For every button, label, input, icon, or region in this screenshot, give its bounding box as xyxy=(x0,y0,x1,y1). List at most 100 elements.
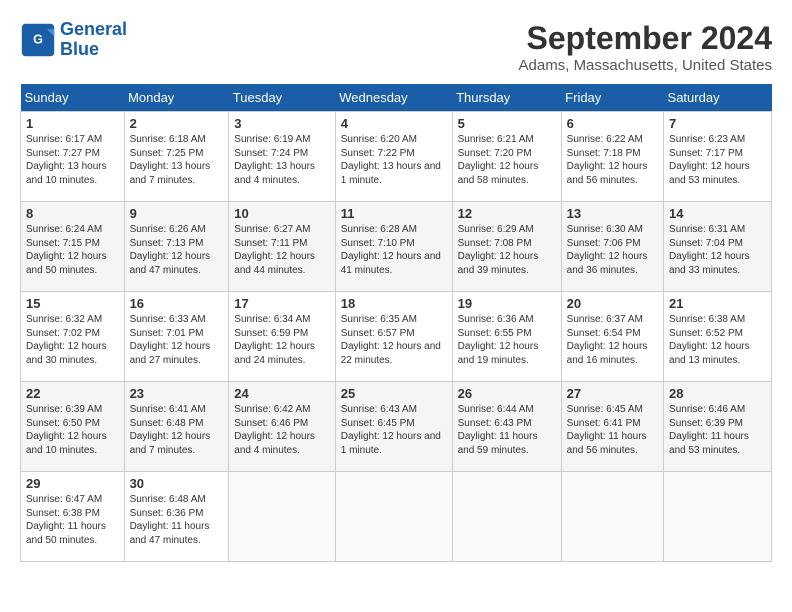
calendar-day-cell: 19 Sunrise: 6:36 AMSunset: 6:55 PMDaylig… xyxy=(452,292,561,382)
calendar-week-row: 22 Sunrise: 6:39 AMSunset: 6:50 PMDaylig… xyxy=(21,382,772,472)
month-title: September 2024 xyxy=(519,20,772,57)
day-number: 29 xyxy=(26,476,119,491)
day-info: Sunrise: 6:45 AMSunset: 6:41 PMDaylight:… xyxy=(567,404,647,456)
day-number: 11 xyxy=(341,206,447,221)
day-number: 27 xyxy=(567,386,658,401)
day-info: Sunrise: 6:44 AMSunset: 6:43 PMDaylight:… xyxy=(458,404,538,456)
calendar-week-row: 8 Sunrise: 6:24 AMSunset: 7:15 PMDayligh… xyxy=(21,202,772,292)
title-area: September 2024 Adams, Massachusetts, Uni… xyxy=(519,20,772,74)
day-number: 22 xyxy=(26,386,119,401)
calendar-empty-cell xyxy=(335,472,452,562)
calendar-day-cell: 10 Sunrise: 6:27 AMSunset: 7:11 PMDaylig… xyxy=(229,202,335,292)
day-info: Sunrise: 6:20 AMSunset: 7:22 PMDaylight:… xyxy=(341,134,441,186)
day-number: 14 xyxy=(669,206,766,221)
day-info: Sunrise: 6:47 AMSunset: 6:38 PMDaylight:… xyxy=(26,494,106,546)
day-info: Sunrise: 6:23 AMSunset: 7:17 PMDaylight:… xyxy=(669,134,750,186)
calendar-empty-cell xyxy=(561,472,663,562)
day-info: Sunrise: 6:27 AMSunset: 7:11 PMDaylight:… xyxy=(234,224,315,276)
svg-text:G: G xyxy=(33,32,43,46)
calendar-day-cell: 18 Sunrise: 6:35 AMSunset: 6:57 PMDaylig… xyxy=(335,292,452,382)
calendar-day-cell: 28 Sunrise: 6:46 AMSunset: 6:39 PMDaylig… xyxy=(664,382,772,472)
calendar-day-cell: 16 Sunrise: 6:33 AMSunset: 7:01 PMDaylig… xyxy=(124,292,229,382)
calendar-day-cell: 15 Sunrise: 6:32 AMSunset: 7:02 PMDaylig… xyxy=(21,292,125,382)
day-info: Sunrise: 6:32 AMSunset: 7:02 PMDaylight:… xyxy=(26,314,107,366)
day-number: 8 xyxy=(26,206,119,221)
calendar-day-cell: 26 Sunrise: 6:44 AMSunset: 6:43 PMDaylig… xyxy=(452,382,561,472)
calendar-day-cell: 2 Sunrise: 6:18 AMSunset: 7:25 PMDayligh… xyxy=(124,112,229,202)
day-info: Sunrise: 6:35 AMSunset: 6:57 PMDaylight:… xyxy=(341,314,441,366)
day-number: 12 xyxy=(458,206,556,221)
calendar-day-cell: 25 Sunrise: 6:43 AMSunset: 6:45 PMDaylig… xyxy=(335,382,452,472)
day-info: Sunrise: 6:43 AMSunset: 6:45 PMDaylight:… xyxy=(341,404,441,456)
calendar-day-cell: 29 Sunrise: 6:47 AMSunset: 6:38 PMDaylig… xyxy=(21,472,125,562)
day-number: 20 xyxy=(567,296,658,311)
logo-general: General xyxy=(60,19,127,39)
day-info: Sunrise: 6:18 AMSunset: 7:25 PMDaylight:… xyxy=(130,134,211,186)
col-wednesday: Wednesday xyxy=(335,84,452,112)
day-number: 16 xyxy=(130,296,224,311)
calendar-empty-cell xyxy=(664,472,772,562)
calendar-day-cell: 22 Sunrise: 6:39 AMSunset: 6:50 PMDaylig… xyxy=(21,382,125,472)
day-number: 7 xyxy=(669,116,766,131)
calendar-header-row: Sunday Monday Tuesday Wednesday Thursday… xyxy=(21,84,772,112)
day-info: Sunrise: 6:46 AMSunset: 6:39 PMDaylight:… xyxy=(669,404,749,456)
day-number: 25 xyxy=(341,386,447,401)
day-info: Sunrise: 6:33 AMSunset: 7:01 PMDaylight:… xyxy=(130,314,211,366)
day-number: 9 xyxy=(130,206,224,221)
day-number: 4 xyxy=(341,116,447,131)
day-number: 21 xyxy=(669,296,766,311)
day-number: 23 xyxy=(130,386,224,401)
day-info: Sunrise: 6:29 AMSunset: 7:08 PMDaylight:… xyxy=(458,224,539,276)
calendar-day-cell: 12 Sunrise: 6:29 AMSunset: 7:08 PMDaylig… xyxy=(452,202,561,292)
col-monday: Monday xyxy=(124,84,229,112)
day-info: Sunrise: 6:24 AMSunset: 7:15 PMDaylight:… xyxy=(26,224,107,276)
day-info: Sunrise: 6:19 AMSunset: 7:24 PMDaylight:… xyxy=(234,134,315,186)
day-number: 19 xyxy=(458,296,556,311)
calendar-day-cell: 1 Sunrise: 6:17 AMSunset: 7:27 PMDayligh… xyxy=(21,112,125,202)
calendar-day-cell: 13 Sunrise: 6:30 AMSunset: 7:06 PMDaylig… xyxy=(561,202,663,292)
col-saturday: Saturday xyxy=(664,84,772,112)
calendar-day-cell: 20 Sunrise: 6:37 AMSunset: 6:54 PMDaylig… xyxy=(561,292,663,382)
col-tuesday: Tuesday xyxy=(229,84,335,112)
day-number: 17 xyxy=(234,296,329,311)
calendar-day-cell: 24 Sunrise: 6:42 AMSunset: 6:46 PMDaylig… xyxy=(229,382,335,472)
day-number: 28 xyxy=(669,386,766,401)
calendar-day-cell: 4 Sunrise: 6:20 AMSunset: 7:22 PMDayligh… xyxy=(335,112,452,202)
day-info: Sunrise: 6:42 AMSunset: 6:46 PMDaylight:… xyxy=(234,404,315,456)
calendar-day-cell: 21 Sunrise: 6:38 AMSunset: 6:52 PMDaylig… xyxy=(664,292,772,382)
day-info: Sunrise: 6:48 AMSunset: 6:36 PMDaylight:… xyxy=(130,494,210,546)
day-info: Sunrise: 6:36 AMSunset: 6:55 PMDaylight:… xyxy=(458,314,539,366)
logo-text: General Blue xyxy=(60,20,127,60)
calendar-empty-cell xyxy=(452,472,561,562)
day-info: Sunrise: 6:28 AMSunset: 7:10 PMDaylight:… xyxy=(341,224,441,276)
day-number: 15 xyxy=(26,296,119,311)
calendar-week-row: 15 Sunrise: 6:32 AMSunset: 7:02 PMDaylig… xyxy=(21,292,772,382)
day-info: Sunrise: 6:38 AMSunset: 6:52 PMDaylight:… xyxy=(669,314,750,366)
calendar-day-cell: 9 Sunrise: 6:26 AMSunset: 7:13 PMDayligh… xyxy=(124,202,229,292)
day-number: 10 xyxy=(234,206,329,221)
day-info: Sunrise: 6:17 AMSunset: 7:27 PMDaylight:… xyxy=(26,134,107,186)
day-number: 13 xyxy=(567,206,658,221)
day-info: Sunrise: 6:26 AMSunset: 7:13 PMDaylight:… xyxy=(130,224,211,276)
col-sunday: Sunday xyxy=(21,84,125,112)
day-info: Sunrise: 6:34 AMSunset: 6:59 PMDaylight:… xyxy=(234,314,315,366)
logo-blue: Blue xyxy=(60,39,99,59)
calendar-table: Sunday Monday Tuesday Wednesday Thursday… xyxy=(20,84,772,562)
calendar-day-cell: 3 Sunrise: 6:19 AMSunset: 7:24 PMDayligh… xyxy=(229,112,335,202)
day-info: Sunrise: 6:30 AMSunset: 7:06 PMDaylight:… xyxy=(567,224,648,276)
page-header: G General Blue September 2024 Adams, Mas… xyxy=(20,20,772,74)
day-number: 18 xyxy=(341,296,447,311)
location: Adams, Massachusetts, United States xyxy=(519,57,772,74)
calendar-day-cell: 6 Sunrise: 6:22 AMSunset: 7:18 PMDayligh… xyxy=(561,112,663,202)
logo: G General Blue xyxy=(20,20,127,60)
logo-icon: G xyxy=(20,22,56,58)
day-info: Sunrise: 6:31 AMSunset: 7:04 PMDaylight:… xyxy=(669,224,750,276)
calendar-day-cell: 11 Sunrise: 6:28 AMSunset: 7:10 PMDaylig… xyxy=(335,202,452,292)
day-info: Sunrise: 6:41 AMSunset: 6:48 PMDaylight:… xyxy=(130,404,211,456)
day-number: 24 xyxy=(234,386,329,401)
day-info: Sunrise: 6:37 AMSunset: 6:54 PMDaylight:… xyxy=(567,314,648,366)
day-number: 26 xyxy=(458,386,556,401)
calendar-empty-cell xyxy=(229,472,335,562)
day-number: 30 xyxy=(130,476,224,491)
calendar-day-cell: 17 Sunrise: 6:34 AMSunset: 6:59 PMDaylig… xyxy=(229,292,335,382)
